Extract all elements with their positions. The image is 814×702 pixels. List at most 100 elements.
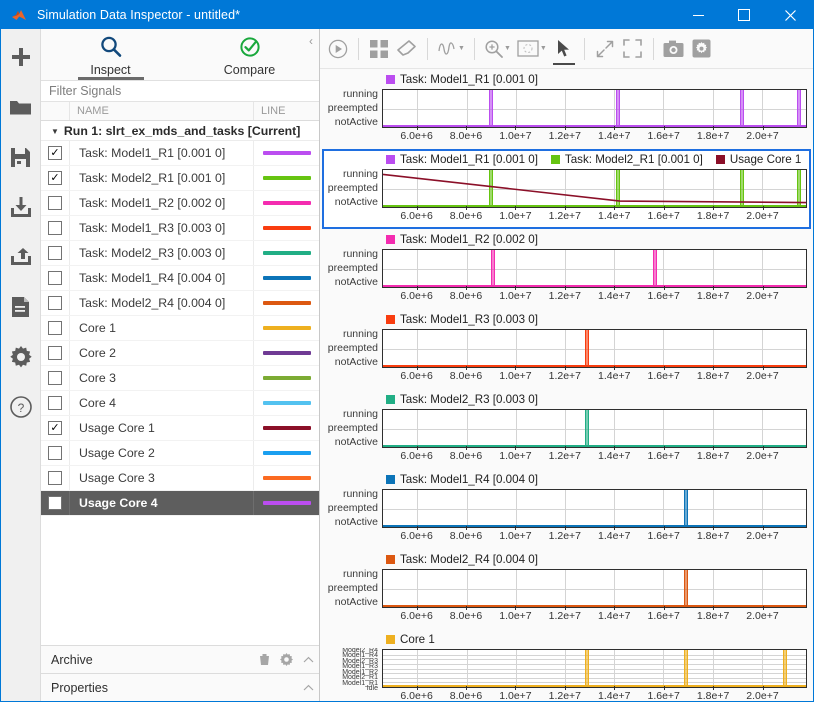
gear-settings-icon[interactable]	[1, 332, 41, 382]
signal-row[interactable]: Core 2	[41, 341, 319, 366]
plot-panel[interactable]: Task: Model2_R3 [0.003 0]runningpreempte…	[322, 389, 811, 469]
signal-color-swatch[interactable]	[263, 176, 311, 180]
snapshot-camera-icon[interactable]	[660, 34, 688, 64]
signal-color-swatch[interactable]	[263, 151, 311, 155]
signal-checkbox-cell[interactable]	[41, 266, 70, 290]
signal-color-swatch[interactable]	[263, 251, 311, 255]
help-question-icon[interactable]: ?	[1, 382, 41, 432]
gear-icon[interactable]	[275, 646, 297, 674]
subplot-layout-icon[interactable]	[365, 34, 393, 64]
plot-panel[interactable]: Task: Model1_R1 [0.001 0]runningpreempte…	[322, 69, 811, 149]
signal-checkbox-cell[interactable]: ✓	[41, 416, 70, 440]
legend-item[interactable]: Task: Model2_R1 [0.001 0]	[551, 153, 703, 166]
add-icon[interactable]	[1, 32, 41, 82]
archive-panel-bar[interactable]: Archive	[41, 645, 319, 673]
plot-panel[interactable]: Task: Model2_R4 [0.004 0]runningpreempte…	[322, 549, 811, 629]
plot-canvas[interactable]: 6.0e+68.0e+61.0e+71.2e+71.4e+71.6e+71.8e…	[382, 648, 807, 701]
signal-row[interactable]: ✓Task: Model2_R1 [0.001 0]	[41, 166, 319, 191]
tab-compare[interactable]: Compare	[180, 29, 319, 80]
signal-line-cell[interactable]	[254, 141, 319, 165]
properties-panel-bar[interactable]: Properties	[41, 673, 319, 701]
legend-item[interactable]: Task: Model1_R2 [0.002 0]	[386, 233, 538, 246]
signal-checkbox-cell[interactable]	[41, 441, 70, 465]
signal-color-swatch[interactable]	[263, 351, 311, 355]
signal-color-swatch[interactable]	[263, 326, 311, 330]
signal-color-swatch[interactable]	[263, 226, 311, 230]
filter-signals-input[interactable]	[47, 83, 319, 99]
trash-icon[interactable]	[253, 646, 275, 674]
signal-checkbox-cell[interactable]: ✓	[41, 166, 70, 190]
chevron-up-icon[interactable]	[297, 646, 319, 674]
signal-line-cell[interactable]	[254, 416, 319, 440]
signal-checkbox-cell[interactable]	[41, 191, 70, 215]
signal-checkbox[interactable]	[48, 196, 62, 210]
legend-item[interactable]: Task: Model1_R4 [0.004 0]	[386, 473, 538, 486]
report-document-icon[interactable]	[1, 282, 41, 332]
signal-checkbox[interactable]	[48, 396, 62, 410]
signal-row[interactable]: Task: Model2_R3 [0.003 0]	[41, 241, 319, 266]
signal-line-cell[interactable]	[254, 191, 319, 215]
signal-color-swatch[interactable]	[263, 401, 311, 405]
plot-panel[interactable]: Task: Model1_R2 [0.002 0]runningpreempte…	[322, 229, 811, 309]
signal-line-cell[interactable]	[254, 466, 319, 490]
plot-canvas[interactable]: 6.0e+68.0e+61.0e+71.2e+71.4e+71.6e+71.8e…	[382, 488, 807, 548]
fit-to-view-icon[interactable]	[591, 34, 619, 64]
tab-inspect[interactable]: Inspect	[41, 29, 180, 80]
signal-row[interactable]: Usage Core 4	[41, 491, 319, 516]
signal-color-swatch[interactable]	[263, 451, 311, 455]
signal-checkbox[interactable]	[48, 496, 62, 510]
plot-canvas[interactable]: 6.0e+68.0e+61.0e+71.2e+71.4e+71.6e+71.8e…	[382, 88, 807, 148]
zoom-in-icon[interactable]: ▼	[481, 34, 514, 64]
signal-color-swatch[interactable]	[263, 201, 311, 205]
signal-line-cell[interactable]	[254, 391, 319, 415]
signal-row[interactable]: Core 4	[41, 391, 319, 416]
signal-row[interactable]: Core 3	[41, 366, 319, 391]
eraser-clear-icon[interactable]	[393, 34, 421, 64]
signal-line-cell[interactable]	[254, 441, 319, 465]
plot-panel[interactable]: Core 1Model2_R4Model1_R4Model2_R3Model1_…	[322, 629, 811, 701]
signal-checkbox[interactable]	[48, 321, 62, 335]
signal-checkbox[interactable]: ✓	[48, 171, 62, 185]
signal-line-cell[interactable]	[254, 241, 319, 265]
signal-line-cell[interactable]	[254, 491, 319, 515]
signal-row[interactable]: ✓Usage Core 1	[41, 416, 319, 441]
plot-canvas[interactable]: 6.0e+68.0e+61.0e+71.2e+71.4e+71.6e+71.8e…	[382, 168, 807, 228]
signal-checkbox-cell[interactable]	[41, 341, 70, 365]
signal-checkbox-cell[interactable]: ✓	[41, 141, 70, 165]
signal-row[interactable]: Core 1	[41, 316, 319, 341]
signal-color-swatch[interactable]	[263, 476, 311, 480]
signal-row[interactable]: Task: Model2_R4 [0.004 0]	[41, 291, 319, 316]
maximize-button[interactable]	[721, 1, 767, 29]
signal-checkbox-cell[interactable]	[41, 291, 70, 315]
legend-item[interactable]: Task: Model1_R1 [0.001 0]	[386, 153, 538, 166]
plot-canvas[interactable]: 6.0e+68.0e+61.0e+71.2e+71.4e+71.6e+71.8e…	[382, 328, 807, 388]
cursor-arrow-icon[interactable]	[550, 34, 578, 64]
signal-line-cell[interactable]	[254, 216, 319, 240]
signal-color-swatch[interactable]	[263, 276, 311, 280]
plot-panel[interactable]: Task: Model1_R1 [0.001 0] Task: Model2_R1…	[322, 149, 811, 229]
signal-checkbox-cell[interactable]	[41, 466, 70, 490]
signal-checkbox-cell[interactable]	[41, 366, 70, 390]
signal-line-cell[interactable]	[254, 291, 319, 315]
signal-line-cell[interactable]	[254, 341, 319, 365]
folder-open-icon[interactable]	[1, 82, 41, 132]
signal-checkbox[interactable]: ✓	[48, 146, 62, 160]
legend-item[interactable]: Core 1	[386, 633, 435, 646]
signal-line-cell[interactable]	[254, 316, 319, 340]
chevron-left-icon[interactable]: ‹	[309, 35, 313, 47]
run-group-header[interactable]: ▼ Run 1: slrt_ex_mds_and_tasks [Current]	[41, 121, 319, 141]
zoom-region-icon[interactable]: ▼	[514, 34, 550, 64]
plot-settings-gear-icon[interactable]	[688, 34, 716, 64]
minimize-button[interactable]	[675, 1, 721, 29]
signal-checkbox[interactable]	[48, 271, 62, 285]
signal-line-cell[interactable]	[254, 166, 319, 190]
signal-checkbox[interactable]	[48, 471, 62, 485]
signal-checkbox-cell[interactable]	[41, 216, 70, 240]
legend-item[interactable]: Usage Core 1	[716, 153, 802, 166]
legend-item[interactable]: Task: Model1_R1 [0.001 0]	[386, 73, 538, 86]
signal-checkbox-cell[interactable]	[41, 241, 70, 265]
signal-color-swatch[interactable]	[263, 376, 311, 380]
close-button[interactable]	[767, 1, 813, 29]
import-icon[interactable]	[1, 182, 41, 232]
plot-panel[interactable]: Task: Model1_R3 [0.003 0]runningpreempte…	[322, 309, 811, 389]
